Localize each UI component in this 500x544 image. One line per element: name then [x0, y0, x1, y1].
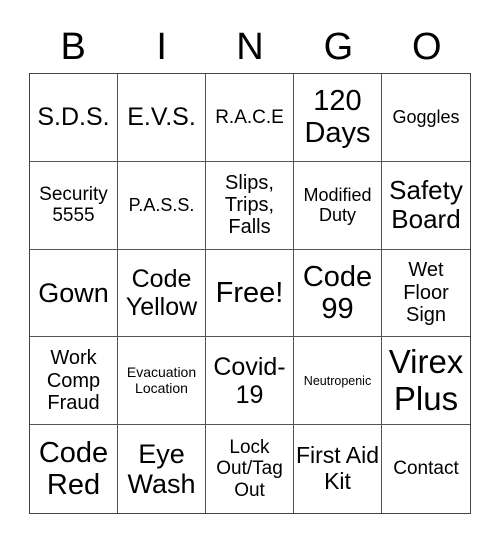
bingo-cell[interactable]: Free!: [206, 249, 294, 338]
bingo-cell[interactable]: Evacuation Location: [118, 337, 206, 426]
bingo-cell[interactable]: Code Yellow: [118, 249, 206, 338]
bingo-cell[interactable]: Code 99: [294, 249, 382, 338]
cell-text: Goggles: [392, 107, 460, 128]
bingo-cell[interactable]: Goggles: [382, 74, 470, 162]
bingo-cell[interactable]: Safety Board: [382, 162, 470, 250]
cell-text: First Aid Kit: [295, 442, 380, 495]
cell-text: Code Yellow: [125, 264, 198, 321]
bingo-cell[interactable]: Neutropenic: [294, 337, 382, 426]
cell-text: Lock Out/Tag Out: [216, 437, 283, 501]
cell-text: Code Red: [38, 436, 109, 502]
bingo-header: B I N G O: [29, 22, 471, 72]
cell-text: Evacuation Location: [126, 364, 197, 396]
cell-text: Wet Floor Sign: [403, 259, 449, 327]
cell-text: Slips, Trips, Falls: [224, 171, 275, 239]
header-letter-g: G: [323, 26, 354, 68]
bingo-cell[interactable]: Lock Out/Tag Out: [206, 425, 294, 513]
cell-text: R.A.C.E: [215, 106, 284, 128]
bingo-grid: S.D.S. E.V.S. R.A.C.E 120 Days Goggles S…: [29, 73, 471, 514]
cell-text: Free!: [215, 276, 284, 309]
bingo-cell[interactable]: Wet Floor Sign: [382, 250, 470, 338]
bingo-cell[interactable]: P.A.S.S.: [118, 161, 206, 250]
bingo-cell[interactable]: Eye Wash: [118, 425, 206, 513]
header-letter-b: B: [60, 26, 86, 68]
bingo-cell[interactable]: Covid-19: [206, 337, 294, 426]
bingo-cell[interactable]: S.D.S.: [30, 74, 118, 162]
cell-text: Virex Plus: [388, 342, 464, 417]
cell-text: Contact: [393, 458, 459, 480]
header-letter-n: N: [236, 26, 264, 68]
cell-text: Eye Wash: [127, 438, 196, 500]
cell-text: 120 Days: [304, 84, 371, 150]
cell-text: Covid-19: [213, 352, 286, 409]
bingo-cell[interactable]: Code Red: [30, 425, 118, 513]
bingo-cell[interactable]: Work Comp Fraud: [30, 337, 118, 426]
cell-text: Modified Duty: [303, 185, 372, 226]
cell-text: P.A.S.S.: [128, 195, 195, 216]
header-letter-i: I: [156, 26, 167, 68]
header-letter-o: O: [412, 26, 442, 68]
bingo-cell[interactable]: Virex Plus: [382, 337, 470, 426]
cell-text: S.D.S.: [37, 103, 110, 132]
cell-text: Work Comp Fraud: [46, 347, 101, 414]
bingo-cell[interactable]: R.A.C.E: [206, 74, 294, 162]
cell-text: Code 99: [302, 260, 373, 325]
cell-text: E.V.S.: [127, 103, 196, 132]
bingo-cell[interactable]: First Aid Kit: [294, 425, 382, 513]
bingo-cell[interactable]: Modified Duty: [294, 161, 382, 250]
bingo-cell[interactable]: E.V.S.: [118, 74, 206, 162]
bingo-cell[interactable]: Contact: [382, 425, 470, 513]
bingo-cell[interactable]: Security 5555: [30, 161, 118, 250]
cell-text: Neutropenic: [303, 373, 372, 388]
cell-text: Gown: [38, 277, 109, 308]
cell-text: Safety Board: [389, 175, 463, 235]
cell-text: Security 5555: [39, 183, 108, 227]
bingo-cell[interactable]: Slips, Trips, Falls: [206, 161, 294, 250]
bingo-cell[interactable]: Gown: [30, 249, 118, 338]
bingo-cell[interactable]: 120 Days: [294, 74, 382, 162]
